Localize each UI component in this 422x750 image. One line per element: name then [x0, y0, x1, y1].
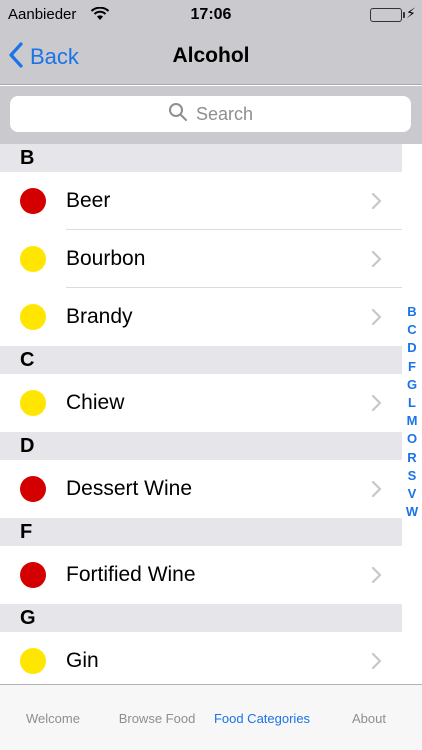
index-letter-g[interactable]: G [402, 377, 422, 392]
list-item[interactable]: Chiew [0, 374, 402, 432]
index-letter-f[interactable]: F [402, 359, 422, 374]
list-item-label: Brandy [66, 305, 133, 328]
list-item[interactable]: Beer [0, 172, 402, 230]
yellow-status-dot [20, 648, 46, 674]
chevron-right-icon [371, 480, 382, 503]
list-item[interactable]: Bourbon [0, 230, 402, 288]
chevron-right-icon [371, 394, 382, 417]
list-item-label: Fortified Wine [66, 563, 196, 586]
status-time: 17:06 [190, 6, 232, 23]
navigation-bar: Back Alcohol [0, 30, 422, 85]
yellow-status-dot [20, 304, 46, 330]
red-status-dot [20, 188, 46, 214]
index-letter-w[interactable]: W [402, 504, 422, 519]
search-icon [168, 102, 188, 127]
red-status-dot [20, 562, 46, 588]
index-letter-d[interactable]: D [402, 340, 422, 355]
index-letter-m[interactable]: M [402, 413, 422, 428]
list-item-label: Beer [66, 189, 111, 212]
index-letter-b[interactable]: B [402, 304, 422, 319]
tab-browse-food[interactable]: Browse Food [106, 685, 208, 750]
section-header-c: C [0, 346, 402, 374]
chevron-right-icon [371, 192, 382, 215]
search-input[interactable]: Search [10, 96, 411, 132]
list-item[interactable]: Fortified Wine [0, 546, 402, 604]
tab-food-categories[interactable]: Food Categories [208, 685, 316, 750]
section-header-d: D [0, 432, 402, 460]
index-letter-r[interactable]: R [402, 450, 422, 465]
tab-welcome[interactable]: Welcome [0, 685, 106, 750]
charging-bolt-icon: ⚡ [406, 5, 416, 21]
list-item[interactable]: Dessert Wine [0, 460, 402, 518]
chevron-right-icon [371, 652, 382, 675]
battery-icon [370, 8, 405, 22]
yellow-status-dot [20, 390, 46, 416]
page-title: Alcohol [172, 44, 250, 67]
chevron-right-icon [371, 566, 382, 589]
red-status-dot [20, 476, 46, 502]
index-letter-o[interactable]: O [402, 431, 422, 446]
list-item-label: Bourbon [66, 247, 146, 270]
list-item-label: Gin [66, 649, 99, 672]
index-letter-l[interactable]: L [402, 395, 422, 410]
chevron-right-icon [371, 250, 382, 273]
search-bar: Search [0, 86, 422, 144]
index-letter-v[interactable]: V [402, 486, 422, 501]
index-letter-s[interactable]: S [402, 468, 422, 483]
yellow-status-dot [20, 246, 46, 272]
status-bar: Aanbieder 17:06 ⚡ [0, 0, 422, 30]
food-list: B Beer Bourbon Brandy C Chiew D Dessert Wine F Fo… [0, 144, 402, 684]
section-index[interactable]: BCDFGLMORSVW [402, 144, 422, 684]
list-item-label: Chiew [66, 391, 125, 414]
list-item[interactable]: Brandy [0, 288, 402, 346]
tab-about[interactable]: About [316, 685, 422, 750]
list-item[interactable]: Gin [0, 632, 402, 684]
section-header-f: F [0, 518, 402, 546]
section-header-g: G [0, 604, 402, 632]
search-placeholder: Search [195, 103, 254, 124]
chevron-right-icon [371, 308, 382, 331]
tab-bar: Welcome Browse Food Food Categories About [0, 684, 422, 750]
index-letter-c[interactable]: C [402, 322, 422, 337]
list-item-label: Dessert Wine [66, 477, 193, 500]
section-header-b: B [0, 144, 402, 172]
